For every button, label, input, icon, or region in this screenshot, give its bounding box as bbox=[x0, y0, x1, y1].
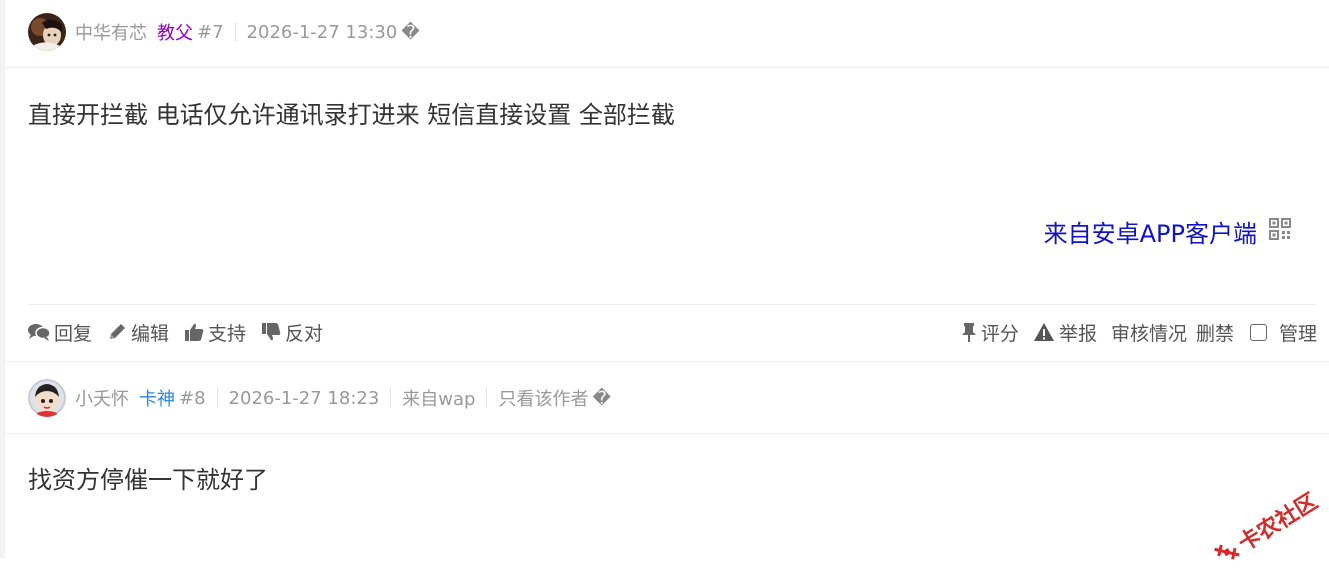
edit-label[interactable]: 编辑 bbox=[131, 319, 169, 346]
pin-icon bbox=[961, 323, 976, 342]
qr-code-icon[interactable] bbox=[1269, 217, 1291, 246]
divider bbox=[486, 388, 488, 408]
post-header: 中华有芯 教父 #7 2026-1-27 13:30 � bbox=[28, 12, 420, 52]
unknown-glyph-icon: � bbox=[592, 387, 611, 409]
report-button[interactable]: 举报 bbox=[1033, 319, 1097, 346]
warning-icon bbox=[1033, 323, 1054, 341]
chat-bubbles-icon bbox=[28, 324, 50, 341]
oppose-label[interactable]: 反对 bbox=[285, 319, 323, 346]
post-time: 2026-1-27 13:30 bbox=[246, 21, 398, 43]
ban-button[interactable]: 删禁 bbox=[1196, 319, 1234, 346]
post-actions-right: 评分 举报 审核情况 删禁 管理 bbox=[947, 316, 1317, 348]
thumbs-down-icon bbox=[262, 323, 281, 341]
edit-button[interactable]: 编辑 bbox=[107, 319, 169, 346]
username[interactable]: 中华有芯 bbox=[75, 19, 147, 45]
oppose-button[interactable]: 反对 bbox=[261, 319, 323, 346]
manage-toggle[interactable]: 管理 bbox=[1249, 319, 1317, 346]
report-label[interactable]: 举报 bbox=[1059, 319, 1097, 346]
support-label[interactable]: 支持 bbox=[208, 319, 246, 346]
manage-label[interactable]: 管理 bbox=[1279, 319, 1317, 346]
actions-divider bbox=[28, 304, 1317, 305]
header-divider bbox=[5, 433, 1329, 434]
post-content: 直接开拦截 电话仅允许通讯录打进来 短信直接设置 全部拦截 bbox=[28, 101, 675, 129]
only-author-link[interactable]: 只看该作者 bbox=[498, 385, 588, 411]
ban-label[interactable]: 删禁 bbox=[1196, 319, 1234, 346]
unknown-glyph-icon: � bbox=[401, 21, 420, 43]
review-status-button[interactable]: 审核情况 bbox=[1111, 319, 1187, 346]
avatar[interactable] bbox=[28, 379, 66, 417]
avatar[interactable] bbox=[28, 13, 66, 51]
post-actions-left: 回复 编辑 支持 反对 bbox=[28, 316, 338, 348]
divider bbox=[234, 22, 236, 42]
rank-badge: 卡神 bbox=[139, 389, 175, 410]
header-divider bbox=[5, 67, 1329, 68]
floor-number[interactable]: #7 bbox=[197, 22, 224, 43]
manage-checkbox[interactable] bbox=[1249, 323, 1267, 341]
pencil-icon bbox=[110, 324, 126, 339]
from-app-label[interactable]: 来自安卓APP客户端 bbox=[1044, 214, 1257, 249]
floor-number[interactable]: #8 bbox=[179, 388, 206, 409]
divider bbox=[390, 388, 392, 408]
rate-label[interactable]: 评分 bbox=[981, 319, 1019, 346]
rank-badge: 教父 bbox=[157, 23, 193, 44]
from-app-link[interactable]: 来自安卓APP客户端 bbox=[1044, 214, 1291, 249]
thumbs-up-icon bbox=[185, 323, 204, 341]
post-8: 小夭怀 卡神 #8 2026-1-27 18:23 来自wap 只看该作者 � … bbox=[5, 362, 1329, 558]
support-button[interactable]: 支持 bbox=[184, 319, 246, 346]
username[interactable]: 小夭怀 bbox=[75, 385, 129, 411]
review-label[interactable]: 审核情况 bbox=[1111, 319, 1187, 346]
divider bbox=[216, 388, 218, 408]
post-content: 找资方停催一下就好了 bbox=[28, 466, 268, 494]
post-header: 小夭怀 卡神 #8 2026-1-27 18:23 来自wap 只看该作者 � bbox=[28, 378, 611, 418]
rate-button[interactable]: 评分 bbox=[961, 319, 1019, 346]
post-source: 来自wap bbox=[402, 389, 476, 410]
post-7: 中华有芯 教父 #7 2026-1-27 13:30 � 直接开拦截 电话仅允许… bbox=[5, 0, 1329, 362]
post-time: 2026-1-27 18:23 bbox=[228, 387, 380, 409]
reply-button[interactable]: 回复 bbox=[28, 319, 92, 346]
reply-label[interactable]: 回复 bbox=[54, 319, 92, 346]
